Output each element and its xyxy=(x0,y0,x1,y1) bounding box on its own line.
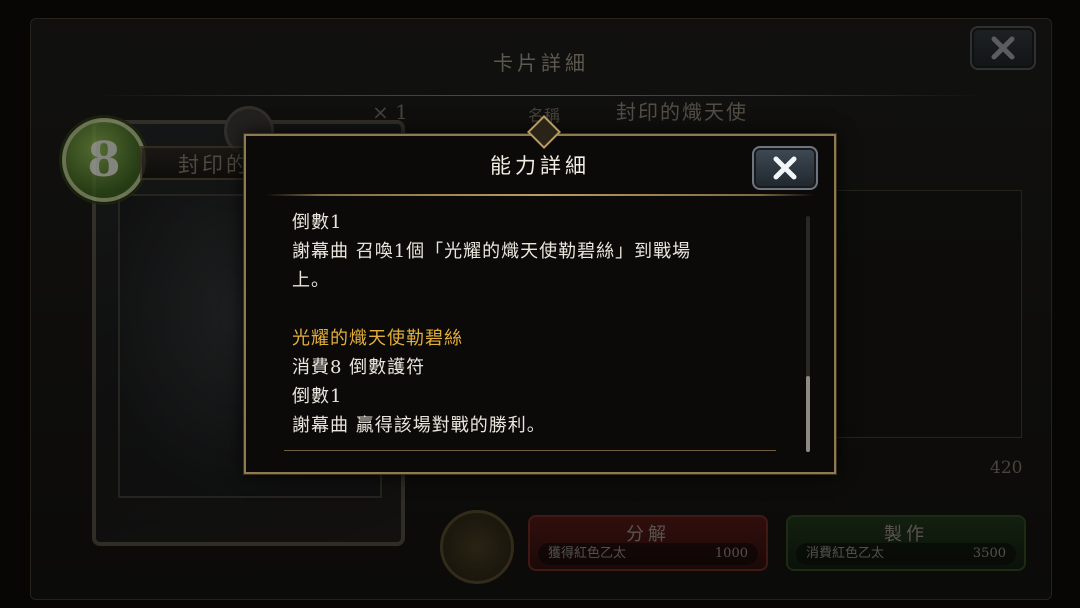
ability-text-scroll[interactable]: 倒數1 謝幕曲 召喚1個「光耀的熾天使勒碧絲」到戰場 上。 光耀的熾天使勒碧絲 … xyxy=(292,208,762,448)
dialog-title: 能力詳細 xyxy=(490,154,590,178)
dialog-divider xyxy=(266,194,814,196)
ability-line: 倒數1 xyxy=(292,212,343,233)
scrollbar-thumb[interactable] xyxy=(806,376,810,452)
ability-line: 消費8 倒數護符 xyxy=(292,357,426,378)
close-icon xyxy=(773,156,797,180)
ability-line: 倒數1 xyxy=(292,386,343,407)
ability-line: 謝幕曲 召喚1個「光耀的熾天使勒碧絲」到戰場 xyxy=(292,241,692,262)
token-card-name: 光耀的熾天使勒碧絲 xyxy=(292,328,463,349)
ability-line: 上。 xyxy=(292,270,330,291)
scrollbar[interactable] xyxy=(806,216,810,452)
dialog-bottom-divider xyxy=(284,450,776,451)
ability-detail-dialog: 能力詳細 倒數1 謝幕曲 召喚1個「光耀的熾天使勒碧絲」到戰場 上。 光耀的熾天… xyxy=(244,115,836,474)
dialog-close-button[interactable] xyxy=(752,146,818,190)
ability-line: 謝幕曲 贏得該場對戰的勝利。 xyxy=(292,415,546,436)
